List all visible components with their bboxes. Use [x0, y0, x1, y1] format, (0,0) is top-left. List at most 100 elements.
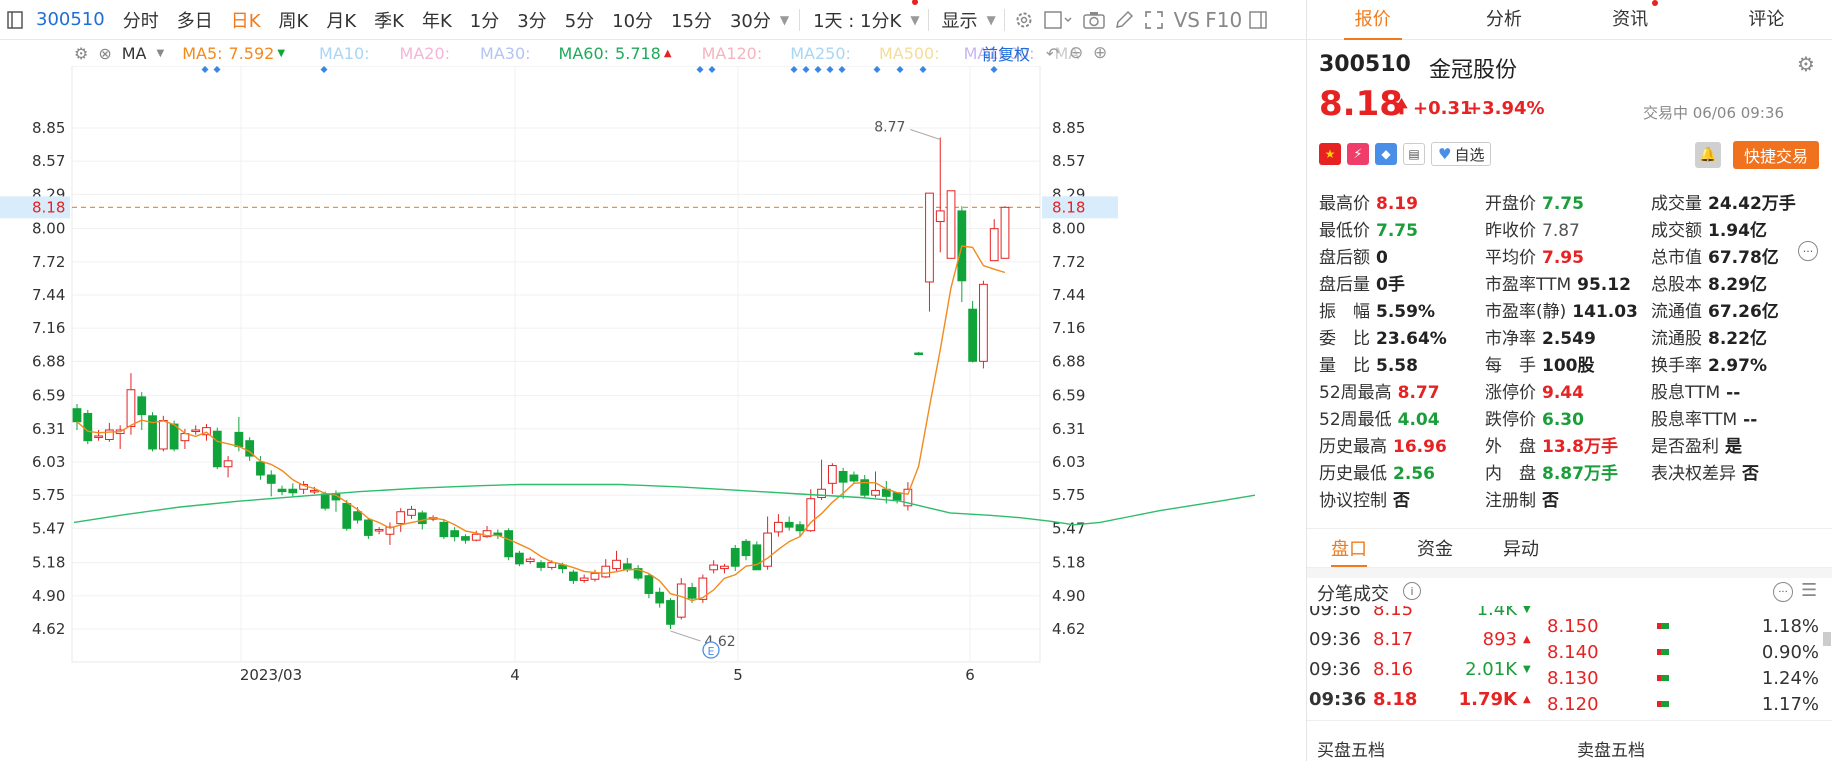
period-tab[interactable]: 分时: [114, 7, 168, 33]
stock-code[interactable]: 300510: [30, 9, 114, 30]
subtab-orderbook[interactable]: 盘口: [1331, 535, 1367, 561]
quote-value: --: [1726, 383, 1741, 403]
candle-down: [741, 540, 751, 557]
event-diamond-icon[interactable]: [802, 66, 810, 73]
fuquan-button[interactable]: 前复权: [982, 41, 1030, 65]
bell-icon[interactable]: 🔔: [1695, 142, 1721, 168]
period-tab[interactable]: 年K: [413, 7, 461, 33]
quote-key: 表决权差异: [1651, 464, 1736, 484]
display-menu[interactable]: 显示: [933, 7, 987, 33]
list-icon[interactable]: ☰: [1801, 580, 1817, 601]
event-diamond-icon[interactable]: [896, 66, 904, 73]
period-tab[interactable]: 5分: [556, 7, 603, 33]
sidebar-toggle-icon[interactable]: [0, 5, 30, 35]
period-tab-active[interactable]: 日K: [222, 7, 270, 33]
indicator-settings-icon[interactable]: ⚙: [74, 44, 88, 63]
expand-info-icon[interactable]: ···: [1798, 241, 1818, 261]
y-tick-label-left: 7.44: [32, 286, 65, 304]
event-diamond-icon[interactable]: [213, 66, 221, 73]
panel-toggle-icon[interactable]: [1243, 5, 1273, 35]
quote-row: 协议控制否注册制否: [1319, 485, 1829, 512]
fullscreen-icon[interactable]: [1139, 5, 1169, 35]
y-tick-label-left: 7.16: [32, 319, 65, 337]
chevron-down-icon[interactable]: ▼: [987, 13, 996, 27]
chevron-down-icon[interactable]: ▼: [910, 0, 920, 27]
box-select-icon[interactable]: [1039, 5, 1079, 35]
period-tab[interactable]: 月K: [317, 7, 365, 33]
period-tab[interactable]: 1分: [461, 7, 508, 33]
notebook-icon[interactable]: ▤: [1403, 143, 1425, 165]
candle-down: [137, 396, 147, 416]
event-diamond-icon[interactable]: [201, 66, 209, 73]
collapse-chevron-icon[interactable]: ⌃: [1523, 500, 1535, 516]
range-selector[interactable]: 1天 : 1分K: [804, 7, 910, 33]
y-tick-label-left: 7.72: [32, 253, 65, 271]
scrollbar[interactable]: [1823, 632, 1831, 646]
event-diamond-icon[interactable]: [826, 66, 834, 73]
kline-svg[interactable]: 8.85 8.858.57 8.578.29 8.298.00 8.007.72 7.72…: [0, 66, 1306, 761]
quote-cell: 成交量 24.42万手: [1651, 189, 1817, 214]
watchlist-button[interactable]: ♥ 自选: [1431, 142, 1492, 166]
quote-value: 4.04: [1397, 410, 1440, 430]
period-tab[interactable]: 15分: [662, 7, 721, 33]
x-tick-label: 6: [965, 666, 975, 684]
period-tab[interactable]: 季K: [365, 7, 413, 33]
subtab-capital[interactable]: 资金: [1417, 535, 1453, 561]
event-diamond-icon[interactable]: [873, 66, 881, 73]
plot-frame: [71, 66, 1041, 663]
chevron-down-icon[interactable]: ▼: [780, 13, 789, 27]
quote-value: 5.59%: [1376, 302, 1435, 322]
period-tab[interactable]: 10分: [603, 7, 662, 33]
info-icon[interactable]: i: [1403, 582, 1421, 600]
undo-icon[interactable]: ↶: [1046, 44, 1059, 63]
quote-cell: 表决权差异否: [1651, 459, 1817, 484]
tab-quote[interactable]: 报价: [1307, 0, 1438, 40]
y-tick-label-left: 5.47: [32, 519, 65, 537]
vs-compare-icon[interactable]: VS: [1169, 5, 1205, 35]
zoom-out-icon[interactable]: ⊖: [1069, 43, 1083, 63]
event-marker-label[interactable]: E: [708, 645, 715, 658]
subtab-anomaly[interactable]: 异动: [1503, 535, 1539, 561]
event-diamond-icon[interactable]: [708, 66, 716, 73]
settings-icon[interactable]: [1009, 5, 1039, 35]
buy5-title: 买盘五档: [1317, 741, 1385, 761]
ma-selector[interactable]: MA: [122, 44, 147, 63]
tab-comments[interactable]: 评论: [1701, 0, 1832, 39]
camera-icon[interactable]: [1079, 5, 1109, 35]
period-tab[interactable]: 周K: [270, 7, 318, 33]
lightning-icon[interactable]: ⚡: [1347, 143, 1369, 165]
chevron-down-icon[interactable]: ▼: [157, 48, 165, 59]
period-tab[interactable]: 3分: [508, 7, 555, 33]
quote-value: 8.29亿: [1708, 275, 1767, 295]
tag-icon[interactable]: ◆: [1375, 143, 1397, 165]
event-diamond-icon[interactable]: [919, 66, 927, 73]
level-price: 8.130: [1547, 667, 1599, 689]
f10-icon[interactable]: F10: [1205, 5, 1243, 35]
pencil-icon[interactable]: [1109, 5, 1139, 35]
event-diamond-icon[interactable]: [790, 66, 798, 73]
tab-news[interactable]: 资讯: [1570, 0, 1701, 39]
y-tick-label-right: 5.75: [1052, 486, 1085, 504]
event-diamond-icon[interactable]: [990, 66, 998, 73]
candle-up: [827, 465, 837, 484]
more-icon[interactable]: ···: [1773, 582, 1793, 602]
quote-key: 盘后量: [1319, 275, 1370, 295]
event-diamond-icon[interactable]: [838, 66, 846, 73]
event-diamond-icon[interactable]: [320, 66, 328, 73]
china-flag-icon[interactable]: ★: [1319, 143, 1341, 165]
up-arrow-icon: ▲: [663, 47, 672, 59]
zoom-in-icon[interactable]: ⊕: [1093, 43, 1107, 63]
candle-up: [935, 210, 945, 223]
period-tab[interactable]: 多日: [168, 7, 222, 33]
tab-analysis[interactable]: 分析: [1438, 0, 1569, 39]
quick-trade-button[interactable]: 快捷交易: [1733, 141, 1819, 169]
candle-down: [892, 492, 902, 501]
kline-chart-area[interactable]: ⚙ ⊗ MA ▼ MA5: 7.592 ▼ MA10: MA20: MA30: …: [0, 40, 1306, 761]
tab-label: 资讯: [1612, 9, 1649, 30]
event-diamond-icon[interactable]: [696, 66, 704, 73]
close-indicator-icon[interactable]: ⊗: [98, 44, 111, 63]
panel-settings-icon[interactable]: ⚙: [1797, 52, 1815, 76]
event-diamond-icon[interactable]: [814, 66, 822, 73]
period-tab[interactable]: 30分: [721, 7, 780, 33]
level-bar: [1657, 701, 1669, 707]
